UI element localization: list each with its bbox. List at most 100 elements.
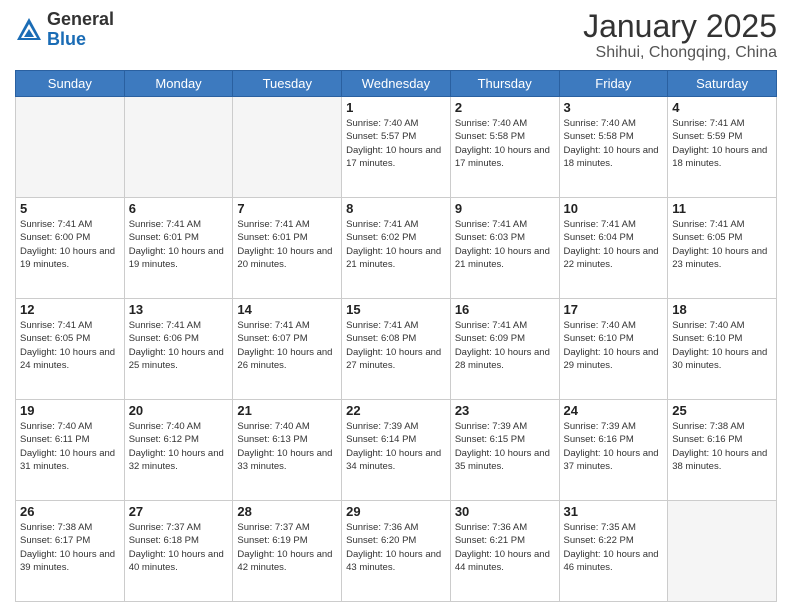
day-info: Sunrise: 7:41 AM Sunset: 6:03 PM Dayligh… bbox=[455, 218, 555, 271]
day-number: 25 bbox=[672, 403, 772, 418]
day-info: Sunrise: 7:40 AM Sunset: 6:12 PM Dayligh… bbox=[129, 420, 229, 473]
day-header-monday: Monday bbox=[124, 71, 233, 97]
day-number: 6 bbox=[129, 201, 229, 216]
calendar-week-0: 1 Sunrise: 7:40 AM Sunset: 5:57 PM Daylig… bbox=[16, 97, 777, 198]
day-number: 16 bbox=[455, 302, 555, 317]
calendar-cell: 9Sunrise: 7:41 AM Sunset: 6:03 PM Daylig… bbox=[450, 198, 559, 299]
day-info: Sunrise: 7:39 AM Sunset: 6:14 PM Dayligh… bbox=[346, 420, 446, 473]
calendar-week-4: 26Sunrise: 7:38 AM Sunset: 6:17 PM Dayli… bbox=[16, 501, 777, 602]
calendar-cell bbox=[233, 97, 342, 198]
day-info: Sunrise: 7:41 AM Sunset: 6:09 PM Dayligh… bbox=[455, 319, 555, 372]
day-info: Sunrise: 7:40 AM Sunset: 6:11 PM Dayligh… bbox=[20, 420, 120, 473]
title-block: January 2025 Shihui, Chongqing, China bbox=[583, 10, 777, 62]
calendar-cell: 27 Sunrise: 7:37 AM Sunset: 6:18 PM Dayli… bbox=[124, 501, 233, 602]
calendar-cell: 22 Sunrise: 7:39 AM Sunset: 6:14 PM Dayli… bbox=[342, 400, 451, 501]
calendar-cell: 5 Sunrise: 7:41 AM Sunset: 6:00 PM Daylig… bbox=[16, 198, 125, 299]
location-title: Shihui, Chongqing, China bbox=[583, 44, 777, 62]
logo-icon bbox=[15, 16, 43, 44]
calendar-cell: 21Sunrise: 7:40 AM Sunset: 6:13 PM Dayli… bbox=[233, 400, 342, 501]
calendar-week-2: 12Sunrise: 7:41 AM Sunset: 6:05 PM Dayli… bbox=[16, 299, 777, 400]
calendar-cell: 26Sunrise: 7:38 AM Sunset: 6:17 PM Dayli… bbox=[16, 501, 125, 602]
calendar-week-1: 5 Sunrise: 7:41 AM Sunset: 6:00 PM Daylig… bbox=[16, 198, 777, 299]
calendar-cell: 24 Sunrise: 7:39 AM Sunset: 6:16 PM Dayli… bbox=[559, 400, 668, 501]
day-header-sunday: Sunday bbox=[16, 71, 125, 97]
day-info: Sunrise: 7:41 AM Sunset: 5:59 PM Dayligh… bbox=[672, 117, 772, 170]
day-info: Sunrise: 7:41 AM Sunset: 6:08 PM Dayligh… bbox=[346, 319, 446, 372]
day-number: 5 bbox=[20, 201, 120, 216]
day-number: 26 bbox=[20, 504, 120, 519]
calendar-cell: 17Sunrise: 7:40 AM Sunset: 6:10 PM Dayli… bbox=[559, 299, 668, 400]
calendar-cell: 30 Sunrise: 7:36 AM Sunset: 6:21 PM Dayli… bbox=[450, 501, 559, 602]
day-number: 8 bbox=[346, 201, 446, 216]
month-title: January 2025 bbox=[583, 10, 777, 42]
calendar-cell: 4 Sunrise: 7:41 AM Sunset: 5:59 PM Daylig… bbox=[668, 97, 777, 198]
day-number: 23 bbox=[455, 403, 555, 418]
calendar-cell: 11 Sunrise: 7:41 AM Sunset: 6:05 PM Dayli… bbox=[668, 198, 777, 299]
day-number: 17 bbox=[564, 302, 664, 317]
calendar-cell: 15 Sunrise: 7:41 AM Sunset: 6:08 PM Dayli… bbox=[342, 299, 451, 400]
logo-blue: Blue bbox=[47, 29, 86, 49]
calendar-cell bbox=[124, 97, 233, 198]
day-info: Sunrise: 7:41 AM Sunset: 6:06 PM Dayligh… bbox=[129, 319, 229, 372]
calendar-cell: 20 Sunrise: 7:40 AM Sunset: 6:12 PM Dayli… bbox=[124, 400, 233, 501]
calendar-cell: 28 Sunrise: 7:37 AM Sunset: 6:19 PM Dayli… bbox=[233, 501, 342, 602]
calendar-cell: 18Sunrise: 7:40 AM Sunset: 6:10 PM Dayli… bbox=[668, 299, 777, 400]
day-info: Sunrise: 7:37 AM Sunset: 6:19 PM Dayligh… bbox=[237, 521, 337, 574]
day-info: Sunrise: 7:37 AM Sunset: 6:18 PM Dayligh… bbox=[129, 521, 229, 574]
day-number: 4 bbox=[672, 100, 772, 115]
header: General Blue January 2025 Shihui, Chongq… bbox=[15, 10, 777, 62]
calendar-cell: 2 Sunrise: 7:40 AM Sunset: 5:58 PM Daylig… bbox=[450, 97, 559, 198]
day-number: 31 bbox=[564, 504, 664, 519]
day-number: 2 bbox=[455, 100, 555, 115]
day-number: 27 bbox=[129, 504, 229, 519]
calendar-cell: 16 Sunrise: 7:41 AM Sunset: 6:09 PM Dayli… bbox=[450, 299, 559, 400]
day-number: 1 bbox=[346, 100, 446, 115]
day-info: Sunrise: 7:41 AM Sunset: 6:05 PM Dayligh… bbox=[672, 218, 772, 271]
day-number: 14 bbox=[237, 302, 337, 317]
day-info: Sunrise: 7:40 AM Sunset: 5:58 PM Dayligh… bbox=[455, 117, 555, 170]
calendar-page: General Blue January 2025 Shihui, Chongq… bbox=[0, 0, 792, 612]
day-number: 22 bbox=[346, 403, 446, 418]
day-info: Sunrise: 7:41 AM Sunset: 6:02 PM Dayligh… bbox=[346, 218, 446, 271]
calendar-cell: 14 Sunrise: 7:41 AM Sunset: 6:07 PM Dayli… bbox=[233, 299, 342, 400]
day-info: Sunrise: 7:36 AM Sunset: 6:21 PM Dayligh… bbox=[455, 521, 555, 574]
day-info: Sunrise: 7:41 AM Sunset: 6:00 PM Dayligh… bbox=[20, 218, 120, 271]
logo: General Blue bbox=[15, 10, 114, 50]
day-number: 28 bbox=[237, 504, 337, 519]
calendar-week-3: 19 Sunrise: 7:40 AM Sunset: 6:11 PM Dayli… bbox=[16, 400, 777, 501]
calendar-cell: 29 Sunrise: 7:36 AM Sunset: 6:20 PM Dayli… bbox=[342, 501, 451, 602]
day-number: 30 bbox=[455, 504, 555, 519]
day-number: 20 bbox=[129, 403, 229, 418]
day-number: 15 bbox=[346, 302, 446, 317]
logo-general: General bbox=[47, 9, 114, 29]
day-number: 19 bbox=[20, 403, 120, 418]
calendar-cell: 3Sunrise: 7:40 AM Sunset: 5:58 PM Daylig… bbox=[559, 97, 668, 198]
day-number: 11 bbox=[672, 201, 772, 216]
calendar-cell: 10 Sunrise: 7:41 AM Sunset: 6:04 PM Dayli… bbox=[559, 198, 668, 299]
day-header-friday: Friday bbox=[559, 71, 668, 97]
calendar-cell: 12Sunrise: 7:41 AM Sunset: 6:05 PM Dayli… bbox=[16, 299, 125, 400]
day-number: 7 bbox=[237, 201, 337, 216]
calendar-cell: 7Sunrise: 7:41 AM Sunset: 6:01 PM Daylig… bbox=[233, 198, 342, 299]
day-info: Sunrise: 7:35 AM Sunset: 6:22 PM Dayligh… bbox=[564, 521, 664, 574]
day-info: Sunrise: 7:40 AM Sunset: 5:57 PM Dayligh… bbox=[346, 117, 446, 170]
calendar-cell: 1 Sunrise: 7:40 AM Sunset: 5:57 PM Daylig… bbox=[342, 97, 451, 198]
day-info: Sunrise: 7:39 AM Sunset: 6:16 PM Dayligh… bbox=[564, 420, 664, 473]
day-info: Sunrise: 7:39 AM Sunset: 6:15 PM Dayligh… bbox=[455, 420, 555, 473]
day-info: Sunrise: 7:41 AM Sunset: 6:04 PM Dayligh… bbox=[564, 218, 664, 271]
calendar-cell: 31 Sunrise: 7:35 AM Sunset: 6:22 PM Dayli… bbox=[559, 501, 668, 602]
day-number: 29 bbox=[346, 504, 446, 519]
day-info: Sunrise: 7:36 AM Sunset: 6:20 PM Dayligh… bbox=[346, 521, 446, 574]
day-number: 18 bbox=[672, 302, 772, 317]
day-number: 21 bbox=[237, 403, 337, 418]
day-info: Sunrise: 7:41 AM Sunset: 6:01 PM Dayligh… bbox=[129, 218, 229, 271]
day-header-saturday: Saturday bbox=[668, 71, 777, 97]
calendar-cell: 13Sunrise: 7:41 AM Sunset: 6:06 PM Dayli… bbox=[124, 299, 233, 400]
day-number: 10 bbox=[564, 201, 664, 216]
day-info: Sunrise: 7:41 AM Sunset: 6:07 PM Dayligh… bbox=[237, 319, 337, 372]
day-header-tuesday: Tuesday bbox=[233, 71, 342, 97]
calendar-cell: 19 Sunrise: 7:40 AM Sunset: 6:11 PM Dayli… bbox=[16, 400, 125, 501]
day-number: 24 bbox=[564, 403, 664, 418]
calendar-table: SundayMondayTuesdayWednesdayThursdayFrid… bbox=[15, 70, 777, 602]
day-number: 12 bbox=[20, 302, 120, 317]
